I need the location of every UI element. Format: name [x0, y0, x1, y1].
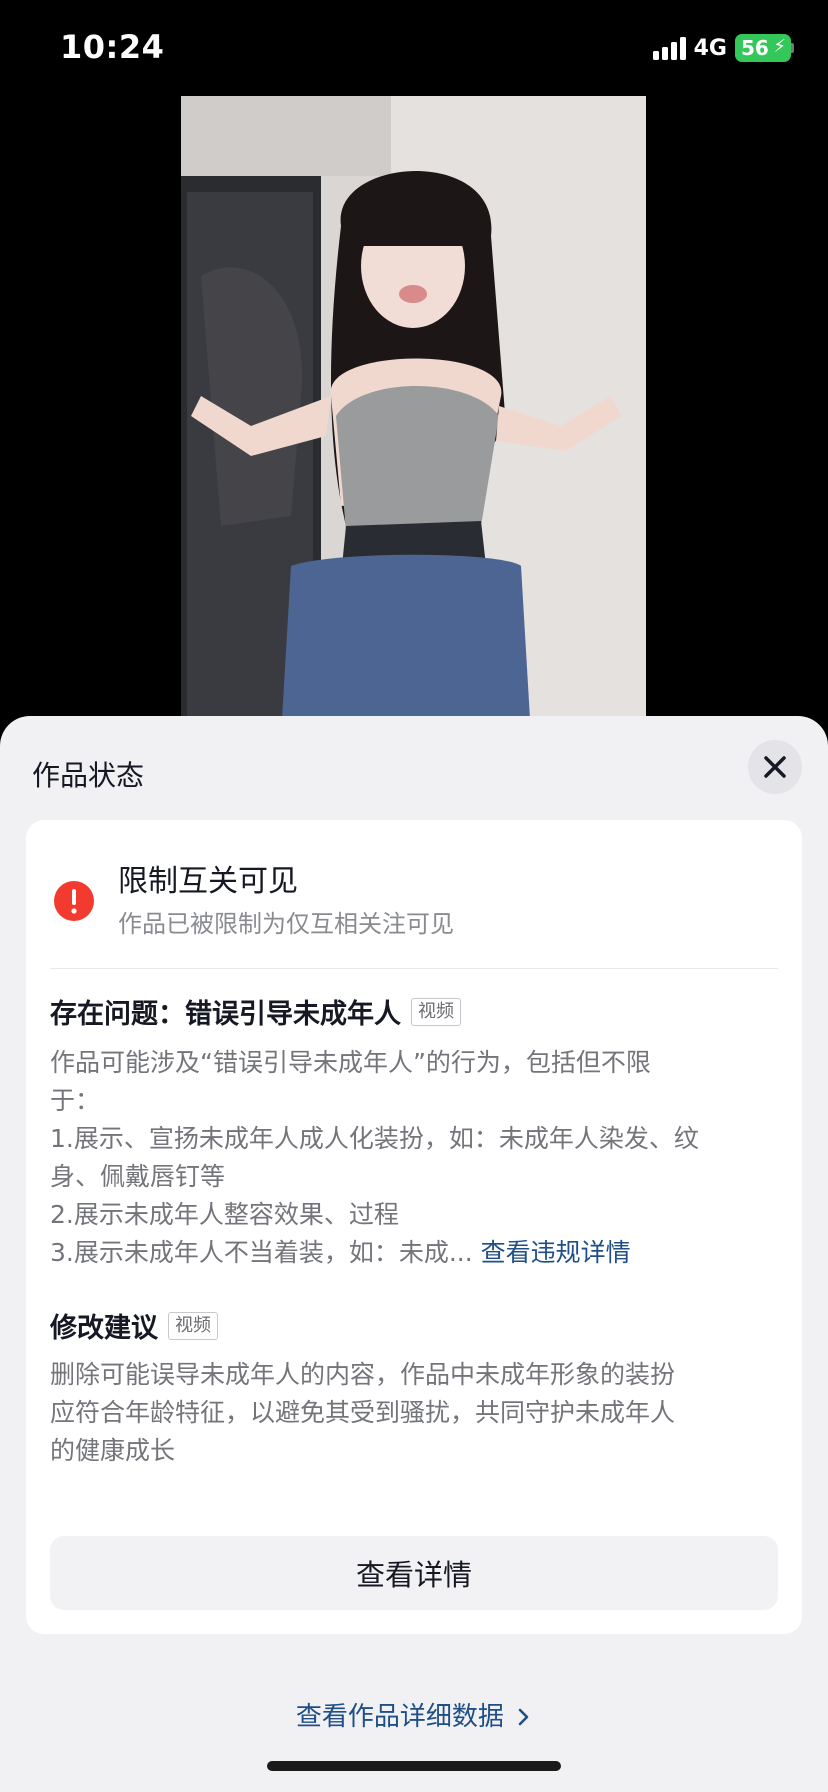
status-card: 限制互关可见 作品已被限制为仅互相关注可见 存在问题： 错误引导未成年人 视频 … — [26, 820, 802, 1634]
video-preview[interactable] — [181, 96, 646, 736]
divider — [50, 968, 778, 969]
battery-level: 56 — [741, 36, 769, 60]
suggestion-heading: 修改建议 视频 — [50, 1306, 218, 1345]
issue-description: 作品可能涉及“错误引导未成年人”的行为，包括但不限 于： 1.展示、宣扬未成年人… — [50, 1044, 782, 1272]
status-time: 10:24 — [60, 28, 165, 66]
view-details-button[interactable]: 查看详情 — [50, 1536, 778, 1610]
issue-line: 作品可能涉及“错误引导未成年人”的行为，包括但不限 — [50, 1048, 651, 1077]
status-indicators: 4G 56 ⚡ — [652, 34, 794, 62]
charging-bolt-icon: ⚡ — [773, 36, 786, 57]
battery-icon: 56 ⚡ — [735, 34, 791, 62]
network-type: 4G — [693, 35, 727, 61]
issue-name: 错误引导未成年人 — [185, 999, 401, 1030]
view-violation-link[interactable]: 查看违规详情 — [481, 1238, 631, 1267]
work-status-sheet: 作品状态 限制互关可见 作品已被限制为仅互相关注可见 存在问题： 错误引导未成年… — [0, 716, 828, 1792]
video-thumbnail — [181, 96, 646, 736]
suggestion-tag: 视频 — [168, 1311, 218, 1340]
close-button[interactable] — [748, 740, 802, 794]
signal-icon — [652, 36, 686, 60]
issue-tag: 视频 — [411, 997, 461, 1026]
view-work-data-label: 查看作品详细数据 — [295, 1702, 504, 1732]
alert-icon — [53, 880, 95, 926]
issue-line-last: 3.展示未成年人不当着装，如：未成... 查看违规详情 — [50, 1234, 782, 1272]
issue-line: 于： — [50, 1086, 101, 1115]
issue-line: 1.展示、宣扬未成年人成人化装扮，如：未成年人染发、纹 — [50, 1124, 699, 1153]
restriction-description: 作品已被限制为仅互相关注可见 — [118, 910, 454, 938]
view-work-data-link[interactable]: 查看作品详细数据 — [0, 1696, 828, 1733]
battery-indicator: 56 ⚡ — [735, 34, 794, 62]
issue-line: 身、佩戴唇钉等 — [50, 1162, 226, 1191]
issue-line: 2.展示未成年人整容效果、过程 — [50, 1200, 399, 1229]
sheet-title: 作品状态 — [32, 759, 145, 792]
suggestion-line: 应符合年龄特征，以避免其受到骚扰，共同守护未成年人 — [50, 1398, 676, 1427]
restriction-title: 限制互关可见 — [118, 864, 298, 899]
issue-heading: 存在问题： 错误引导未成年人 视频 — [50, 992, 461, 1031]
suggestion-line: 删除可能误导未成年人的内容，作品中未成年形象的装扮 — [50, 1360, 676, 1389]
suggestion-description: 删除可能误导未成年人的内容，作品中未成年形象的装扮 应符合年龄特征，以避免其受到… — [50, 1356, 782, 1470]
status-bar: 10:24 4G 56 ⚡ — [0, 0, 828, 100]
suggestion-label: 修改建议 — [50, 1313, 158, 1344]
issue-line: 3.展示未成年人不当着装，如：未成... — [50, 1238, 473, 1267]
home-indicator — [267, 1761, 561, 1771]
chevron-right-icon — [518, 1708, 529, 1726]
suggestion-line: 的健康成长 — [50, 1436, 176, 1465]
issue-label: 存在问题： — [50, 999, 185, 1030]
close-icon — [764, 756, 786, 778]
